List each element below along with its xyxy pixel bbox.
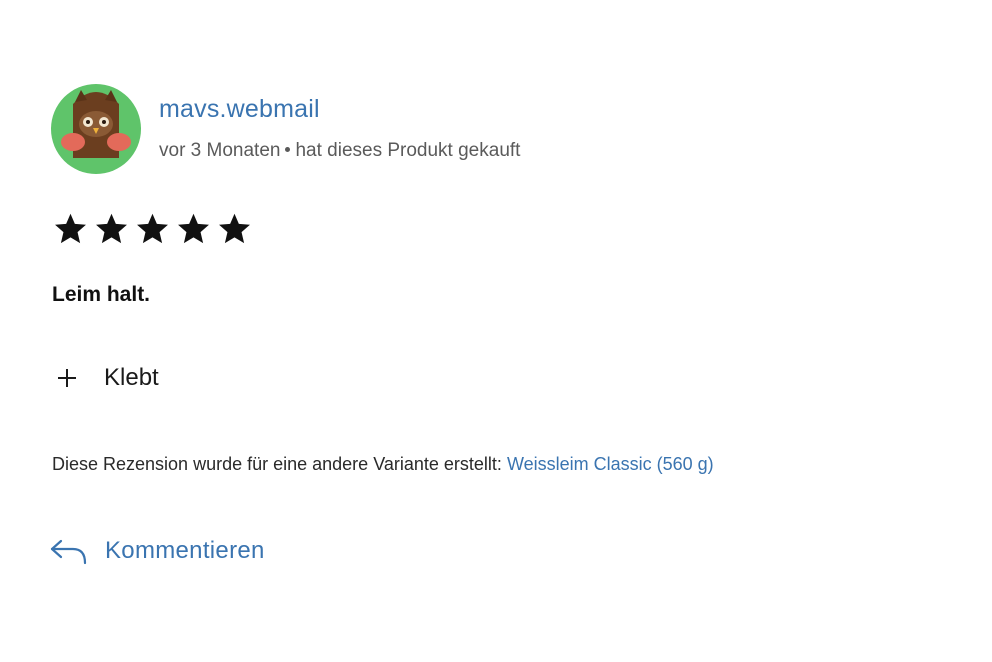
comment-button[interactable]: Kommentieren bbox=[49, 535, 265, 567]
separator-dot-icon bbox=[285, 146, 291, 152]
pro-list-item: Klebt bbox=[56, 364, 159, 392]
star-filled-icon bbox=[55, 213, 86, 244]
star-filled-icon bbox=[137, 213, 168, 244]
review-meta: vor 3 Monaten hat dieses Produkt gekauft bbox=[159, 140, 520, 162]
review-card: mavs.webmail vor 3 Monaten hat dieses Pro… bbox=[0, 0, 992, 662]
plus-icon bbox=[58, 369, 76, 387]
comment-label: Kommentieren bbox=[105, 537, 265, 564]
author-name-link[interactable]: mavs.webmail bbox=[159, 95, 320, 124]
review-title: Leim halt. bbox=[52, 283, 151, 306]
reply-arrow-icon bbox=[50, 539, 87, 565]
variant-note: Diese Rezension wurde für eine andere Va… bbox=[52, 454, 714, 475]
variant-link[interactable]: Weissleim Classic (560 g) bbox=[507, 454, 714, 474]
pro-text: Klebt bbox=[104, 364, 159, 391]
star-filled-icon bbox=[219, 213, 250, 244]
star-filled-icon bbox=[96, 213, 127, 244]
star-rating bbox=[52, 211, 253, 247]
variant-prefix: Diese Rezension wurde für eine andere Va… bbox=[52, 454, 502, 474]
star-filled-icon bbox=[178, 213, 209, 244]
owl-avatar-icon[interactable] bbox=[51, 84, 141, 174]
review-time: vor 3 Monaten bbox=[159, 140, 281, 161]
purchase-note: hat dieses Produkt gekauft bbox=[295, 140, 521, 161]
